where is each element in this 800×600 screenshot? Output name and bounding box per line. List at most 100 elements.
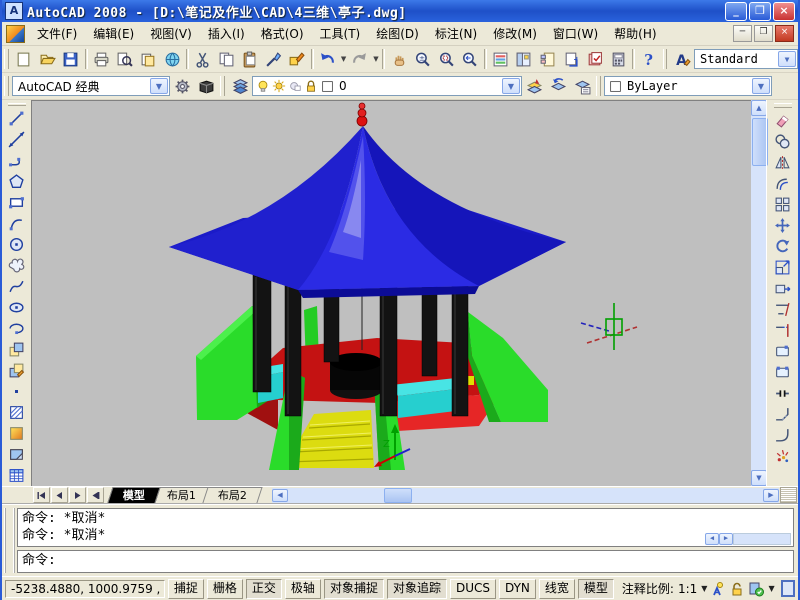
construction-line-button[interactable] [6,129,28,150]
freeze-viewport-icon[interactable] [288,79,302,93]
toggle-lineweight[interactable]: 线宽 [539,579,575,599]
toolbar-grip[interactable] [663,49,668,69]
command-scrollbar[interactable]: ◀ ▶ [705,532,791,545]
status-menu-arrow-icon[interactable]: ▼ [768,584,774,593]
last-tab-icon[interactable] [87,487,104,503]
command-input[interactable]: 命令: [17,550,794,573]
mdi-minimize-button[interactable]: ─ [733,25,752,42]
menu-view[interactable]: 视图(V) [142,22,200,45]
menu-file[interactable]: 文件(F) [29,22,85,45]
circle-button[interactable] [6,234,28,255]
drawing-canvas[interactable]: Z [31,100,755,486]
spline-button[interactable] [6,276,28,297]
toggle-grid[interactable]: 栅格 [207,579,243,599]
resize-grip[interactable] [780,487,797,503]
scroll-left-icon[interactable]: ◀ [705,533,719,545]
command-window-grip[interactable] [4,508,15,573]
break-at-point-button[interactable] [772,341,794,362]
toggle-snap[interactable]: 捕捉 [168,579,204,599]
color-combo[interactable]: ByLayer ▼ [604,76,772,96]
menu-modify[interactable]: 修改(M) [485,22,545,45]
fillet-button[interactable] [772,425,794,446]
scroll-down-icon[interactable]: ▼ [751,470,767,486]
next-tab-icon[interactable] [69,487,86,503]
menu-edit[interactable]: 编辑(E) [85,22,142,45]
line-button[interactable] [6,108,28,129]
revision-cloud-button[interactable] [6,255,28,276]
move-button[interactable] [772,215,794,236]
table-button[interactable] [6,465,28,486]
stretch-button[interactable] [772,278,794,299]
annotation-visibility-button[interactable] [710,580,726,598]
ellipse-arc-button[interactable] [6,318,28,339]
prev-tab-icon[interactable] [51,487,68,503]
insert-block-button[interactable] [6,339,28,360]
cut-button[interactable] [191,47,215,71]
menu-window[interactable]: 窗口(W) [545,22,606,45]
extend-button[interactable] [772,320,794,341]
toggle-osnap[interactable]: 对象捕捉 [324,579,384,599]
layer-properties-manager-button[interactable] [228,74,252,98]
scroll-up-icon[interactable]: ▲ [751,100,767,116]
horizontal-scroll-thumb[interactable] [384,488,412,503]
scroll-right-icon[interactable]: ▶ [763,489,779,502]
arc-button[interactable] [6,213,28,234]
text-style-combo[interactable]: Standard ▼ [694,49,798,69]
toggle-polar[interactable]: 极轴 [285,579,321,599]
redo-dropdown-arrow[interactable]: ▼ [372,48,381,70]
toolbar-grip[interactable] [774,103,792,108]
mirror-button[interactable] [772,152,794,173]
bulb-icon[interactable] [256,79,270,93]
close-button[interactable]: × [773,2,795,21]
layer-states-button[interactable] [570,74,594,98]
sheetset-manager-button[interactable] [559,47,583,71]
menu-tools[interactable]: 工具(T) [312,22,369,45]
markup-manager-button[interactable] [583,47,607,71]
ellipse-button[interactable] [6,297,28,318]
combo-arrow-icon[interactable]: ▼ [752,78,770,94]
toggle-model[interactable]: 模型 [578,579,614,599]
toggle-dyn[interactable]: DYN [499,579,536,599]
array-button[interactable] [772,194,794,215]
explode-button[interactable] [772,446,794,467]
tab-layout2[interactable]: 布局2 [202,487,262,503]
clean-screen-button[interactable] [781,580,795,597]
undo-dropdown-arrow[interactable]: ▼ [339,48,348,70]
combo-arrow-icon[interactable]: ▼ [778,51,796,67]
region-button[interactable] [6,444,28,465]
layer-combo[interactable]: 0 ▼ [252,76,522,96]
zoom-realtime-button[interactable]: ± [411,47,435,71]
properties-button[interactable] [489,47,513,71]
layer-previous-button[interactable] [546,74,570,98]
polygon-button[interactable] [6,171,28,192]
scale-button[interactable] [772,257,794,278]
erase-button[interactable] [772,110,794,131]
toolbar-grip[interactable] [220,76,225,96]
menu-help[interactable]: 帮助(H) [606,22,664,45]
scroll-left-icon[interactable]: ◀ [272,489,288,502]
workspace-settings-button[interactable] [170,74,194,98]
toolbar-grip[interactable] [4,76,9,96]
undo-button[interactable] [316,47,340,71]
designcenter-button[interactable] [512,47,536,71]
combo-arrow-icon[interactable]: ▼ [150,78,168,94]
tool-palettes-button[interactable] [536,47,560,71]
mdi-restore-button[interactable]: ❐ [754,25,773,42]
layer-color-swatch[interactable] [321,80,334,93]
lock-icon[interactable] [304,79,318,93]
vertical-scrollbar[interactable]: ▲ ▼ [751,100,767,486]
hatch-button[interactable] [6,402,28,423]
polyline-button[interactable] [6,150,28,171]
match-properties-button[interactable] [262,47,286,71]
point-button[interactable] [6,381,28,402]
menu-format[interactable]: 格式(O) [253,22,312,45]
offset-button[interactable] [772,173,794,194]
zoom-previous-button[interactable] [458,47,482,71]
publish-button[interactable] [137,47,161,71]
web-button[interactable] [160,47,184,71]
trim-button[interactable] [772,299,794,320]
text-style-button[interactable]: A [670,47,694,71]
combo-arrow-icon[interactable]: ▼ [502,78,520,94]
copy-object-button[interactable] [772,131,794,152]
annotation-scale-dropdown-icon[interactable]: ▼ [701,584,707,593]
